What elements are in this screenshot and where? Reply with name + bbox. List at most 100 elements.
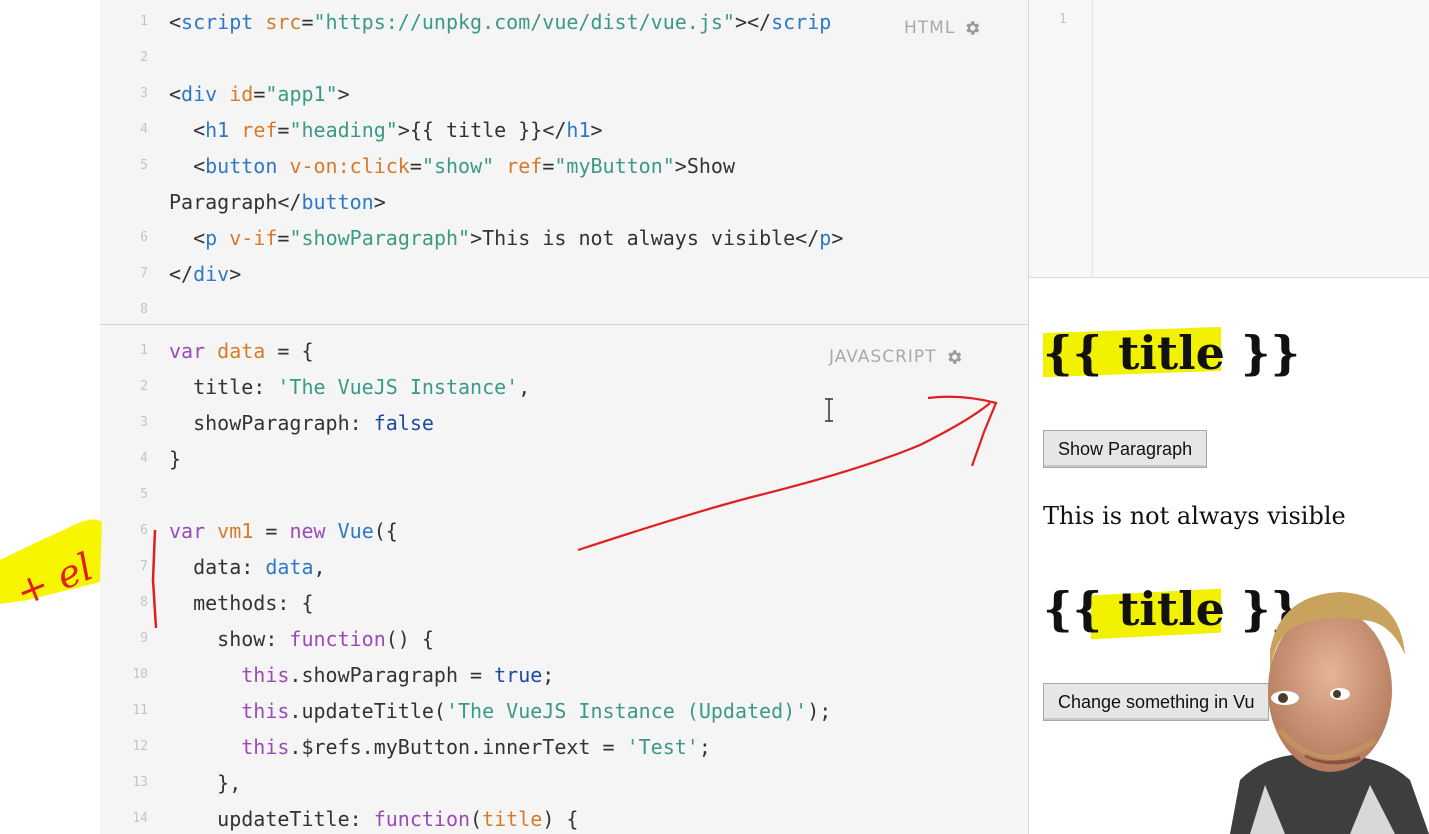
- js-code-lines[interactable]: 1 var data = {2 title: 'The VueJS Instanc…: [100, 333, 1028, 834]
- line-number: 9: [140, 631, 148, 646]
- html-code-line[interactable]: 3 <div id="app1">: [100, 76, 1028, 112]
- code-token: v-if: [229, 226, 278, 250]
- code-text[interactable]: updateTitle: function(title) {: [169, 801, 578, 834]
- code-token: button: [205, 154, 278, 178]
- line-number: 12: [132, 739, 148, 754]
- code-text[interactable]: <div id="app1">: [169, 76, 350, 112]
- js-code-line[interactable]: 6 var vm1 = new Vue({: [100, 513, 1028, 549]
- code-token: data:: [193, 555, 266, 579]
- line-number: 1: [140, 14, 148, 29]
- code-token: >: [831, 226, 844, 250]
- text-cursor-icon: [825, 398, 833, 422]
- show-paragraph-button[interactable]: Show Paragraph: [1043, 430, 1208, 468]
- code-token: );: [807, 699, 832, 723]
- code-token: vm1: [217, 519, 254, 543]
- code-text[interactable]: <p v-if="showParagraph">This is not alwa…: [169, 220, 843, 256]
- js-code-line[interactable]: 10 this.showParagraph = true;: [100, 657, 1028, 693]
- code-text[interactable]: data: data,: [169, 549, 325, 585]
- code-token: },: [217, 771, 242, 795]
- code-token: methods: {: [193, 591, 314, 615]
- code-token: div: [193, 262, 230, 286]
- code-text[interactable]: showParagraph: false: [169, 405, 434, 441]
- line-number: 14: [132, 811, 148, 826]
- code-token: this: [241, 699, 290, 723]
- code-text[interactable]: Paragraph</button>: [169, 184, 386, 220]
- html-code-line[interactable]: 7 </div>: [100, 256, 1028, 292]
- line-number: 3: [140, 86, 148, 101]
- line-number: 3: [140, 415, 148, 430]
- line-number: 5: [140, 487, 148, 502]
- code-token: .showParagraph =: [289, 663, 495, 687]
- html-editor-pane[interactable]: 1 <script src="https://unpkg.com/vue/dist…: [100, 0, 1028, 325]
- code-text[interactable]: var data = {: [169, 333, 314, 369]
- html-code-line[interactable]: Paragraph</button>: [100, 184, 1028, 220]
- gear-icon[interactable]: [945, 348, 963, 366]
- js-pane-label-text: JAVASCRIPT: [829, 347, 937, 367]
- js-code-line[interactable]: 3 showParagraph: false: [100, 405, 1028, 441]
- code-text[interactable]: <script src="https://unpkg.com/vue/dist/…: [169, 4, 831, 40]
- code-token: 'Test': [626, 735, 699, 759]
- code-text[interactable]: </div>: [169, 256, 241, 292]
- code-token: }: [169, 447, 182, 471]
- js-code-line[interactable]: 14 updateTitle: function(title) {: [100, 801, 1028, 834]
- code-token: id: [229, 82, 254, 106]
- js-code-line[interactable]: 12 this.$refs.myButton.innerText = 'Test…: [100, 729, 1028, 765]
- html-code-line[interactable]: 4 <h1 ref="heading">{{ title }}</h1>: [100, 112, 1028, 148]
- code-token: "showParagraph": [289, 226, 471, 250]
- line-number: 1: [140, 343, 148, 358]
- code-text[interactable]: <h1 ref="heading">{{ title }}</h1>: [169, 112, 602, 148]
- code-token: =: [542, 154, 555, 178]
- js-code-line[interactable]: 7 data: data,: [100, 549, 1028, 585]
- code-token: = {: [277, 339, 314, 363]
- code-token: >This is not always visible</: [470, 226, 820, 250]
- line-number: 7: [140, 559, 148, 574]
- js-code-line[interactable]: 11 this.updateTitle('The VueJS Instance …: [100, 693, 1028, 729]
- code-token: <: [193, 154, 206, 178]
- code-token: "https://unpkg.com/vue/dist/vue.js": [313, 10, 735, 34]
- code-token: var: [169, 519, 206, 543]
- html-code-line[interactable]: 8: [100, 292, 1028, 324]
- js-code-line[interactable]: 4}: [100, 441, 1028, 477]
- line-number: 5: [140, 158, 148, 173]
- code-token: "myButton": [554, 154, 675, 178]
- line-number: 13: [132, 775, 148, 790]
- line-number: 8: [140, 302, 148, 317]
- code-text[interactable]: this.$refs.myButton.innerText = 'Test';: [169, 729, 711, 765]
- code-token: =: [301, 10, 314, 34]
- gear-icon[interactable]: [963, 19, 981, 37]
- html-code-line[interactable]: 6 <p v-if="showParagraph">This is not al…: [100, 220, 1028, 256]
- code-text[interactable]: title: 'The VueJS Instance',: [169, 369, 530, 405]
- js-code-line[interactable]: 13 },: [100, 765, 1028, 801]
- css-editor-pane[interactable]: 1: [1029, 0, 1429, 278]
- html-code-lines[interactable]: 1 <script src="https://unpkg.com/vue/dist…: [100, 4, 1028, 324]
- code-text[interactable]: methods: {: [169, 585, 314, 621]
- html-code-line[interactable]: 1 <script src="https://unpkg.com/vue/dist…: [100, 4, 1028, 40]
- code-text[interactable]: },: [169, 765, 241, 801]
- code-token: >{{ title }}</: [397, 118, 567, 142]
- js-code-line[interactable]: 8 methods: {: [100, 585, 1028, 621]
- code-text[interactable]: }: [169, 441, 181, 477]
- js-code-line[interactable]: 2 title: 'The VueJS Instance',: [100, 369, 1028, 405]
- presenter-webcam: [1210, 580, 1429, 834]
- code-token: updateTitle:: [217, 807, 374, 831]
- line-number: 6: [140, 230, 148, 245]
- code-text[interactable]: show: function() {: [169, 621, 434, 657]
- html-code-line[interactable]: 2: [100, 40, 1028, 76]
- code-token: ref: [241, 118, 278, 142]
- html-code-line[interactable]: 5 <button v-on:click="show" ref="myButto…: [100, 148, 1028, 184]
- code-token: title:: [193, 375, 278, 399]
- code-token: "show": [421, 154, 495, 178]
- code-token: >: [229, 262, 242, 286]
- js-editor-pane[interactable]: 1 var data = {2 title: 'The VueJS Instanc…: [100, 325, 1028, 834]
- code-text[interactable]: this.showParagraph = true;: [169, 657, 554, 693]
- line-number: 7: [140, 266, 148, 281]
- code-token: ></: [734, 10, 772, 34]
- code-text[interactable]: var vm1 = new Vue({: [169, 513, 398, 549]
- code-token: .$refs.myButton.innerText =: [289, 735, 627, 759]
- code-token: ref: [506, 154, 543, 178]
- js-code-line[interactable]: 5: [100, 477, 1028, 513]
- line-number: 2: [140, 379, 148, 394]
- js-code-line[interactable]: 9 show: function() {: [100, 621, 1028, 657]
- code-text[interactable]: this.updateTitle('The VueJS Instance (Up…: [169, 693, 831, 729]
- code-text[interactable]: <button v-on:click="show" ref="myButton"…: [169, 148, 735, 184]
